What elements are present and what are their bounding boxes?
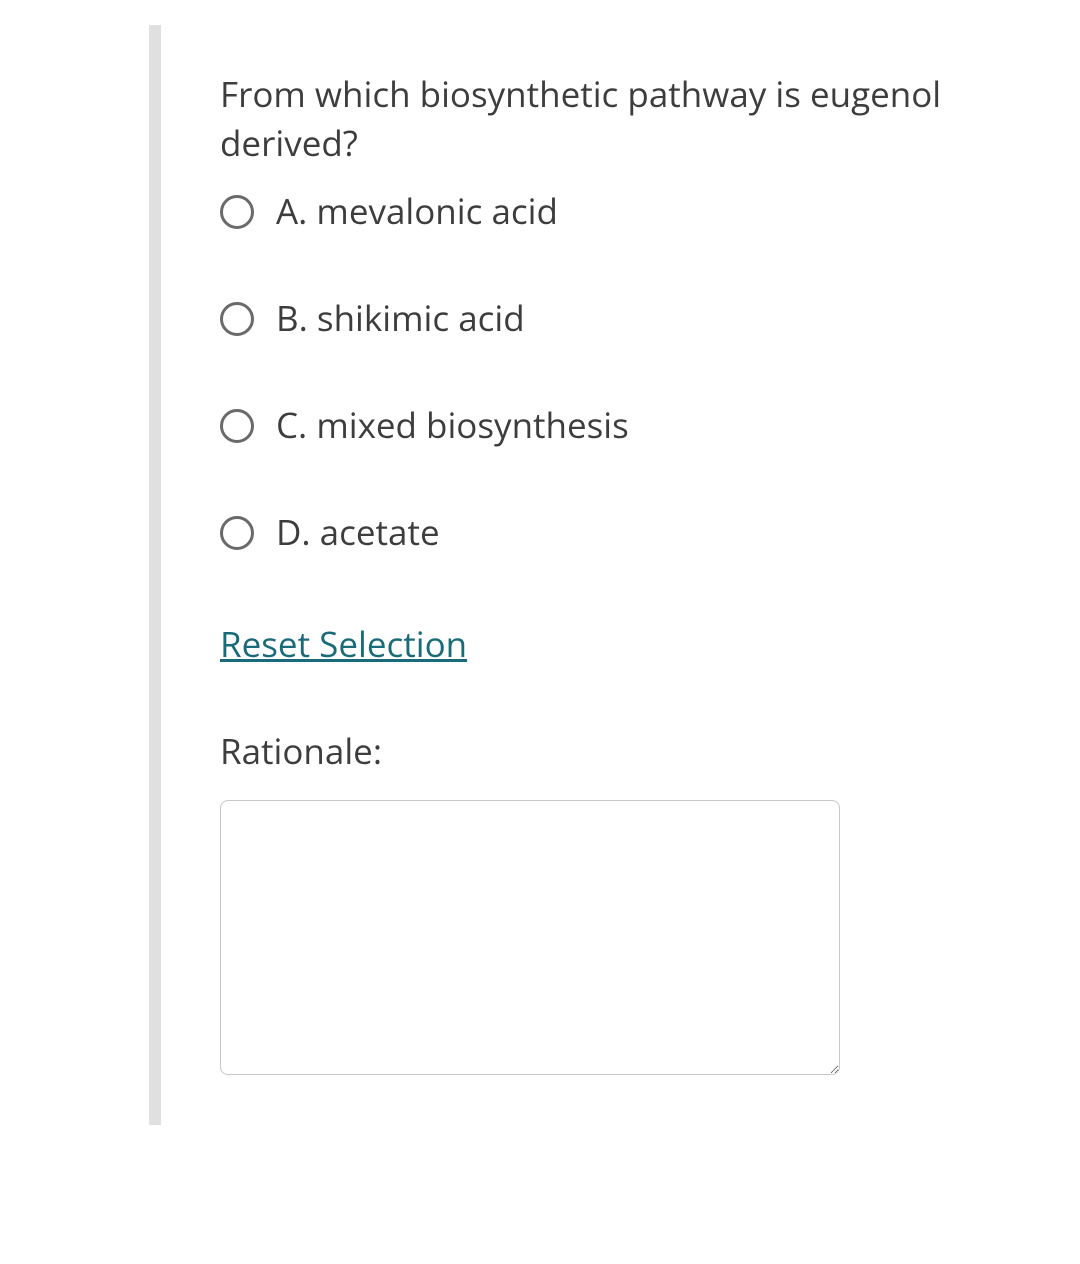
rationale-textarea[interactable] [220,800,840,1075]
radio-icon [220,516,254,550]
left-vertical-bar [149,25,161,1125]
rationale-label: Rationale: [220,728,1000,775]
option-c[interactable]: C. mixed biosynthesis [220,402,1000,449]
option-a-label: A. mevalonic acid [276,188,558,235]
option-d[interactable]: D. acetate [220,509,1000,556]
question-text: From which biosynthetic pathway is eugen… [220,70,1000,168]
option-a[interactable]: A. mevalonic acid [220,188,1000,235]
option-b-label: B. shikimic acid [276,295,525,342]
radio-icon [220,302,254,336]
radio-icon [220,409,254,443]
question-content: From which biosynthetic pathway is eugen… [220,70,1000,1080]
radio-icon [220,195,254,229]
option-d-label: D. acetate [276,509,440,556]
option-c-label: C. mixed biosynthesis [276,402,629,449]
option-b[interactable]: B. shikimic acid [220,295,1000,342]
reset-selection-link[interactable]: Reset Selection [220,621,467,668]
